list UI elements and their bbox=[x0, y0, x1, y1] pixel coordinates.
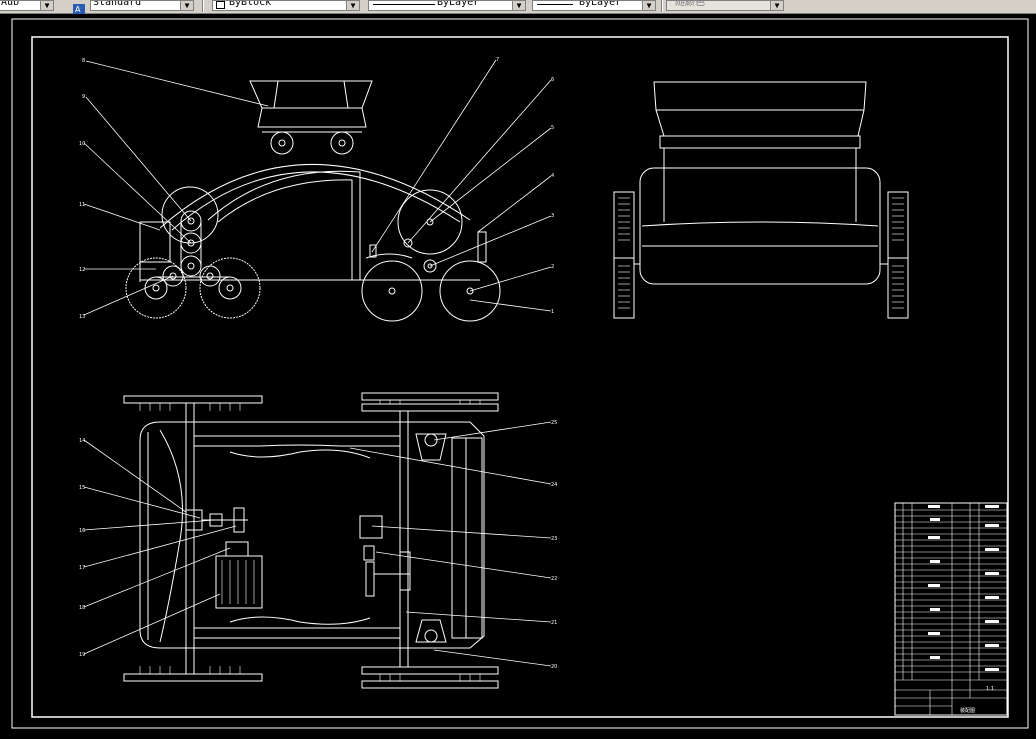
callout-label: 13 bbox=[79, 314, 85, 320]
sheet-inner-border bbox=[31, 36, 1009, 718]
callout-label: 19 bbox=[79, 652, 85, 658]
text-style-dropdown[interactable]: Standard ▼ bbox=[90, 0, 194, 11]
rear-left-wheel bbox=[361, 260, 423, 322]
callout-label: 17 bbox=[79, 565, 85, 571]
chevron-down-icon[interactable]: ▼ bbox=[346, 1, 359, 10]
lineweight-sample-icon bbox=[537, 4, 573, 5]
chevron-down-icon[interactable]: ▼ bbox=[770, 1, 783, 10]
callout-label: 15 bbox=[79, 485, 85, 491]
plot-style-dropdown[interactable]: 随颜色 ▼ bbox=[666, 0, 784, 11]
callout-label: 12 bbox=[79, 267, 85, 273]
top-left-track-upper bbox=[123, 395, 263, 404]
side-left-wheels bbox=[613, 191, 635, 319]
top-left-track-lower bbox=[123, 673, 263, 682]
text-style-value: Standard bbox=[93, 0, 142, 8]
top-view-leaders bbox=[83, 421, 552, 667]
hopper bbox=[249, 80, 373, 128]
hopper-wheel-right bbox=[330, 131, 354, 155]
callout-label: 16 bbox=[79, 528, 85, 534]
svg-text:A: A bbox=[75, 5, 81, 14]
callout-label: 22 bbox=[551, 576, 557, 582]
chevron-down-icon[interactable]: ▼ bbox=[642, 1, 655, 10]
side-right-wheels bbox=[887, 191, 909, 319]
side-hopper bbox=[653, 81, 867, 137]
callout-label: 8 bbox=[82, 58, 85, 64]
linetype-control-value: ByLayer bbox=[437, 0, 480, 8]
side-body bbox=[639, 167, 881, 285]
drawing-canvas[interactable]: 8 9 10 11 12 13 7 6 5 4 3 2 1 14 15 16 1… bbox=[0, 14, 1036, 739]
callout-label: 2 bbox=[551, 264, 554, 270]
callout-label: 18 bbox=[79, 605, 85, 611]
drawing-title: 装配图 bbox=[960, 707, 975, 714]
top-view: 14 15 16 17 18 19 25 24 23 22 21 20 bbox=[79, 392, 557, 689]
callout-label: 11 bbox=[79, 202, 85, 208]
toolbar-separator bbox=[661, 0, 663, 12]
text-style-icon[interactable]: A bbox=[72, 0, 86, 14]
linetype-control-dropdown[interactable]: ByLayer ▼ bbox=[368, 0, 526, 11]
top-right-track-upper-a bbox=[361, 392, 499, 401]
callout-label: 14 bbox=[79, 438, 85, 444]
front-view: 8 9 10 11 12 13 7 6 5 4 3 2 1 bbox=[79, 57, 554, 322]
callout-label: 5 bbox=[551, 125, 554, 131]
motor bbox=[215, 555, 263, 609]
chevron-down-icon[interactable]: ▼ bbox=[40, 1, 53, 10]
linetype-sample-icon bbox=[373, 4, 435, 5]
callout-label: 3 bbox=[551, 213, 554, 219]
front-mid-wheel bbox=[199, 257, 261, 319]
color-control-value: ByBlock bbox=[229, 0, 272, 8]
hopper-wheel-left bbox=[270, 131, 294, 155]
arched-frame-outer bbox=[159, 164, 471, 229]
callout-label: 4 bbox=[551, 173, 554, 179]
dimension-style-value: Aub bbox=[1, 0, 20, 8]
dimension-style-dropdown[interactable]: Aub ▼ bbox=[0, 0, 54, 11]
color-swatch-icon bbox=[216, 1, 225, 9]
color-control-dropdown[interactable]: ByBlock ▼ bbox=[212, 0, 360, 11]
callout-label: 21 bbox=[551, 620, 557, 626]
callout-label: 1 bbox=[551, 309, 554, 315]
scale-value: 1:1 bbox=[986, 686, 994, 692]
callout-label: 20 bbox=[551, 664, 557, 670]
lineweight-control-dropdown[interactable]: ByLayer ▼ bbox=[532, 0, 656, 11]
chevron-down-icon[interactable]: ▼ bbox=[512, 1, 525, 10]
side-view bbox=[613, 81, 909, 319]
chevron-down-icon[interactable]: ▼ bbox=[180, 1, 193, 10]
callout-label: 7 bbox=[496, 57, 499, 63]
callout-label: 23 bbox=[551, 536, 557, 542]
title-block: 1:1 装配图 bbox=[894, 502, 1008, 716]
lineweight-control-value: ByLayer bbox=[579, 0, 622, 8]
top-right-track-lower-a bbox=[361, 666, 499, 675]
callout-label: 10 bbox=[79, 141, 85, 147]
properties-toolbar: Aub ▼ A Standard ▼ ByBlock ▼ ByLayer ▼ B… bbox=[0, 0, 1036, 14]
callout-label: 6 bbox=[551, 77, 554, 83]
callout-label: 25 bbox=[551, 420, 557, 426]
toolbar-separator bbox=[202, 0, 204, 12]
right-gearbox bbox=[359, 515, 383, 539]
plot-style-value: 随颜色 bbox=[675, 0, 705, 8]
callout-label: 9 bbox=[82, 94, 85, 100]
callout-label: 24 bbox=[551, 482, 557, 488]
